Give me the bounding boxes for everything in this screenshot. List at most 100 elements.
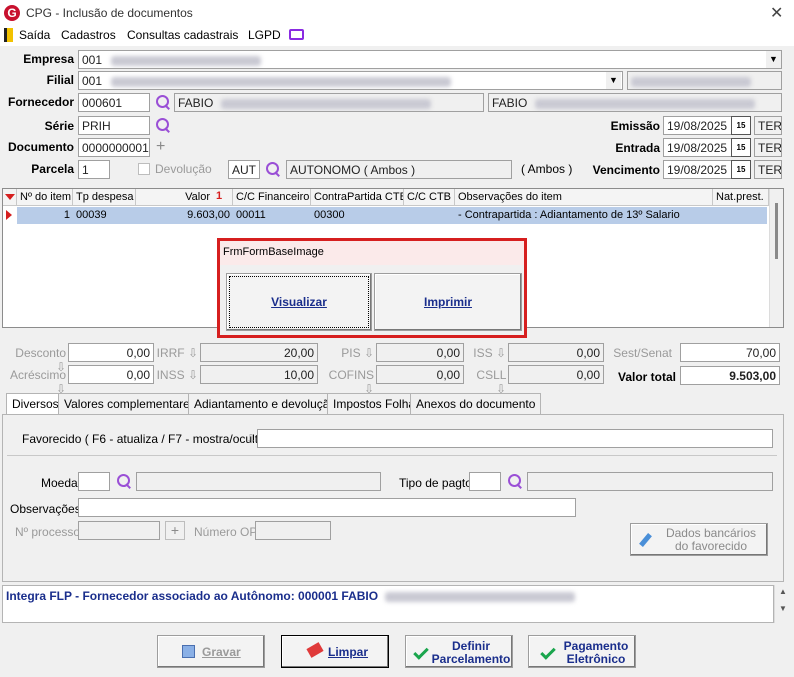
col-header-cc-financeiro[interactable]: C/C Financeiro: [233, 189, 311, 206]
dados-bancarios-button[interactable]: Dados bancários do favorecido: [630, 523, 768, 556]
emissao-label: Emissão: [610, 119, 660, 133]
imprimir-button[interactable]: Imprimir: [374, 273, 522, 331]
window-title: CPG - Inclusão de documentos: [26, 6, 193, 20]
tipo-pagto-input[interactable]: [469, 472, 501, 491]
parcela-input[interactable]: 1: [78, 160, 110, 179]
emissao-weekday: TER: [754, 116, 782, 135]
moeda-input[interactable]: [78, 472, 110, 491]
cell-item: 1: [63, 209, 70, 221]
col-header-tp-despesa[interactable]: Tp despesa: [73, 189, 136, 206]
numero-op-label: Número OP: [194, 525, 258, 539]
tipo-pagto-label: Tipo de pagto: [399, 476, 472, 490]
status-scrollbar[interactable]: ▲ ▼: [774, 585, 791, 623]
filial-select[interactable]: 001: [78, 71, 623, 90]
monitor-icon[interactable]: [289, 29, 304, 40]
acrescimo-input[interactable]: 0,00: [68, 365, 154, 384]
col-header-nat-prest[interactable]: Nat.prest.: [713, 189, 769, 206]
observacoes-input[interactable]: [78, 498, 576, 517]
col-header-cc-ctb[interactable]: C/C CTB: [404, 189, 455, 206]
menu-consultas-cadastrais[interactable]: Consultas cadastrais: [127, 28, 238, 42]
irrf-label: IRRF ⇩: [156, 346, 198, 360]
pagamento-eletronico-button[interactable]: Pagamento Eletrônico: [528, 635, 636, 668]
tab-bar: Diversos Valores complementares Adiantam…: [2, 393, 784, 415]
serie-input[interactable]: PRIH: [78, 116, 150, 135]
iss-field: 0,00: [508, 343, 604, 362]
entrada-date-input[interactable]: 19/08/2025: [663, 138, 733, 157]
fornecedor-name2-field: FABIO: [488, 93, 782, 112]
grid-scrollbar[interactable]: [769, 189, 783, 327]
tipo-name-field: AUTONOMO ( Ambos ): [286, 160, 512, 179]
limpar-button[interactable]: Limpar: [281, 635, 389, 668]
menu-lgpd[interactable]: LGPD: [248, 28, 281, 42]
popup-title: FrmFormBaseImage: [220, 241, 524, 265]
moeda-name-field: [136, 472, 381, 491]
add-icon[interactable]: +: [165, 521, 185, 540]
processo-label: Nº processo: [15, 525, 81, 539]
col-header-contrapartida[interactable]: ContraPartida CTB: [311, 189, 404, 206]
cell-contrapartida: 00300: [314, 209, 345, 221]
close-icon[interactable]: ✕: [770, 3, 783, 23]
fornecedor-name2: FABIO: [492, 96, 528, 110]
favorecido-label: Favorecido ( F6 - atualiza / F7 - mostra…: [22, 432, 273, 446]
cell-observacoes: - Contrapartida : Adiantamento de 13º Sa…: [458, 209, 680, 221]
gravar-button[interactable]: Gravar: [157, 635, 265, 668]
calendar-icon[interactable]: 15: [731, 116, 751, 135]
col-header-observacoes[interactable]: Observações do item: [455, 189, 713, 206]
calendar-icon[interactable]: 15: [731, 160, 751, 179]
favorecido-input[interactable]: [257, 429, 773, 448]
emissao-date-input[interactable]: 19/08/2025: [663, 116, 733, 135]
menu-saida[interactable]: Saída: [19, 28, 50, 42]
menu-cadastros[interactable]: Cadastros: [61, 28, 116, 42]
search-icon[interactable]: [154, 117, 172, 135]
tipo-code-input[interactable]: AUT: [228, 160, 260, 179]
processo-input: [78, 521, 160, 540]
col-header-valor-label: Valor: [185, 191, 210, 203]
vencimento-weekday: TER: [754, 160, 782, 179]
sort-down-icon: [5, 194, 15, 200]
visualizar-button[interactable]: Visualizar: [226, 273, 372, 331]
entrada-weekday: TER: [754, 138, 782, 157]
acrescimo-label: Acréscimo ⇩: [9, 368, 66, 396]
chevron-up-icon[interactable]: ▲: [775, 587, 791, 596]
chevron-down-icon[interactable]: ▼: [606, 72, 621, 89]
status-panel: Integra FLP - Fornecedor associado ao Au…: [2, 585, 774, 623]
documento-input[interactable]: 0000000001: [78, 138, 150, 157]
tab-anexos-documento[interactable]: Anexos do documento: [410, 393, 542, 414]
tab-diversos[interactable]: Diversos: [6, 393, 65, 415]
search-icon[interactable]: [154, 94, 172, 112]
redacted-text: [385, 591, 576, 602]
empresa-code: 001: [82, 53, 103, 67]
chevron-down-icon[interactable]: ▼: [775, 604, 791, 613]
check-icon: [413, 644, 429, 660]
vencimento-date-input[interactable]: 19/08/2025: [663, 160, 733, 179]
empresa-select[interactable]: 001: [78, 50, 782, 69]
valor-total-field: 9.503,00: [680, 366, 780, 385]
search-icon[interactable]: [506, 473, 524, 491]
add-icon[interactable]: +: [156, 138, 165, 156]
exit-door-icon: [4, 28, 13, 42]
scrollbar-thumb[interactable]: [775, 203, 778, 259]
serie-label: Série: [44, 119, 74, 133]
redacted-text: [111, 55, 262, 66]
tipo-note: ( Ambos ): [521, 162, 573, 176]
limpar-label: Limpar: [328, 645, 369, 659]
search-icon[interactable]: [115, 473, 133, 491]
definir-parcelamento-button[interactable]: Definir Parcelamento: [405, 635, 513, 668]
col-header-item[interactable]: Nº do item: [17, 189, 73, 206]
cell-tp-despesa: 00039: [76, 209, 107, 221]
status-text: Integra FLP - Fornecedor associado ao Au…: [6, 589, 576, 603]
tab-adiantamento-devolucao[interactable]: Adiantamento e devolução: [188, 393, 343, 414]
desconto-input[interactable]: 0,00: [68, 343, 154, 362]
fornecedor-code-input[interactable]: 000601: [78, 93, 150, 112]
devolucao-label: Devolução: [155, 162, 212, 176]
search-icon[interactable]: [264, 161, 282, 179]
devolucao-checkbox[interactable]: [138, 163, 150, 175]
sest-input[interactable]: 70,00: [680, 343, 780, 362]
parcela-label: Parcela: [31, 162, 74, 176]
tab-impostos-folha[interactable]: Impostos Folha: [327, 393, 422, 414]
check-icon: [540, 644, 556, 660]
chevron-down-icon[interactable]: ▼: [766, 51, 781, 68]
calendar-icon[interactable]: 15: [731, 138, 751, 157]
pagamento-label: Pagamento Eletrônico: [563, 639, 629, 666]
tab-valores-complementares[interactable]: Valores complementares: [58, 393, 202, 414]
